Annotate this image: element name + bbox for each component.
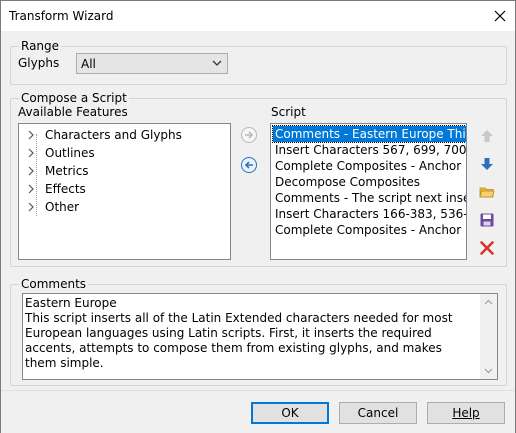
tree-item-effects[interactable]: Effects (25, 180, 86, 198)
scroll-up-icon (484, 299, 493, 305)
title-bar: Transform Wizard (1, 1, 515, 31)
move-down-button[interactable] (476, 153, 498, 175)
chevron-right-icon (28, 166, 34, 176)
tree-item-outlines[interactable]: Outlines (25, 144, 95, 162)
folder-open-icon (479, 187, 495, 198)
move-up-button[interactable] (476, 125, 498, 147)
save-icon (480, 213, 494, 227)
range-legend: Range (19, 39, 62, 53)
delete-x-icon (480, 241, 494, 255)
open-script-button[interactable] (476, 181, 498, 203)
comments-legend: Comments (19, 277, 89, 291)
script-item-label: Comments - The script next inserts t (275, 191, 466, 205)
tree-item-characters-and-glyphs[interactable]: Characters and Glyphs (25, 126, 182, 144)
chevron-right-icon (28, 130, 34, 140)
help-button-label: Help (452, 406, 480, 420)
script-item-label: Complete Composites - Anchor Base (275, 223, 466, 237)
script-item[interactable]: Insert Characters 166-383, 536-539, 5 (273, 206, 466, 222)
tree-item-other[interactable]: Other (25, 198, 79, 216)
chevron-right-icon (28, 184, 34, 194)
glyphs-dropdown-value: All (81, 57, 96, 71)
comments-scrollbar[interactable] (480, 294, 497, 379)
glyphs-label: Glyphs (18, 56, 60, 70)
tree-item-label: Metrics (45, 164, 89, 178)
help-button[interactable]: Help (427, 402, 505, 424)
script-item-label: Complete Composites - Anchor Base (275, 159, 466, 173)
script-item[interactable]: Comments - The script next inserts t (273, 190, 466, 206)
window-title: Transform Wizard (9, 9, 114, 23)
close-icon (494, 10, 506, 22)
script-item[interactable]: Insert Characters 567, 699, 700, 710, 7 (273, 142, 466, 158)
chevron-down-icon (212, 60, 222, 66)
tree-item-label: Outlines (45, 146, 95, 160)
tree-item-label: Characters and Glyphs (45, 128, 182, 142)
compose-legend: Compose a Script (19, 91, 129, 105)
add-to-script-button[interactable] (238, 124, 260, 146)
arrow-down-icon (481, 158, 493, 170)
script-item-label: Insert Characters 567, 699, 700, 710, 7 (275, 143, 466, 157)
script-item-selected[interactable]: Comments - Eastern Europe This scr (272, 125, 466, 143)
close-button[interactable] (485, 1, 515, 31)
ok-button[interactable]: OK (251, 402, 329, 424)
tree-item-label: Effects (45, 182, 86, 196)
glyphs-dropdown[interactable]: All (76, 53, 228, 74)
arrow-up-icon (481, 130, 493, 142)
available-features-label: Available Features (18, 105, 128, 119)
arrow-right-circle-icon (241, 127, 257, 143)
cancel-button[interactable]: Cancel (339, 402, 417, 424)
script-item[interactable]: Complete Composites - Anchor Base (273, 158, 466, 174)
comments-text: Eastern Europe This script inserts all o… (25, 296, 453, 370)
script-item-label: Decompose Composites (275, 175, 420, 189)
tree-item-label: Other (45, 200, 80, 214)
transform-wizard-window: Transform Wizard Range Glyphs All Compos… (0, 0, 516, 433)
arrow-left-circle-icon (241, 157, 257, 173)
delete-script-item-button[interactable] (476, 237, 498, 259)
script-label: Script (271, 105, 306, 119)
chevron-right-icon (28, 202, 34, 212)
script-item-label: Insert Characters 166-383, 536-539, 5 (275, 207, 466, 221)
remove-from-script-button[interactable] (238, 154, 260, 176)
tree-item-metrics[interactable]: Metrics (25, 162, 89, 180)
script-list[interactable]: Comments - Eastern Europe This scr Inser… (270, 123, 467, 260)
ok-button-label: OK (281, 406, 299, 420)
scroll-down-icon (484, 368, 493, 374)
script-item-label: Comments - Eastern Europe This scr (275, 127, 466, 141)
chevron-right-icon (28, 148, 34, 158)
script-item[interactable]: Decompose Composites (273, 174, 466, 190)
comments-textarea[interactable]: Eastern Europe This script inserts all o… (22, 293, 498, 380)
cancel-button-label: Cancel (357, 406, 399, 420)
script-item[interactable]: Complete Composites - Anchor Base (273, 222, 466, 238)
features-tree[interactable]: Characters and Glyphs Outlines Metrics E… (18, 123, 231, 260)
save-script-button[interactable] (476, 209, 498, 231)
